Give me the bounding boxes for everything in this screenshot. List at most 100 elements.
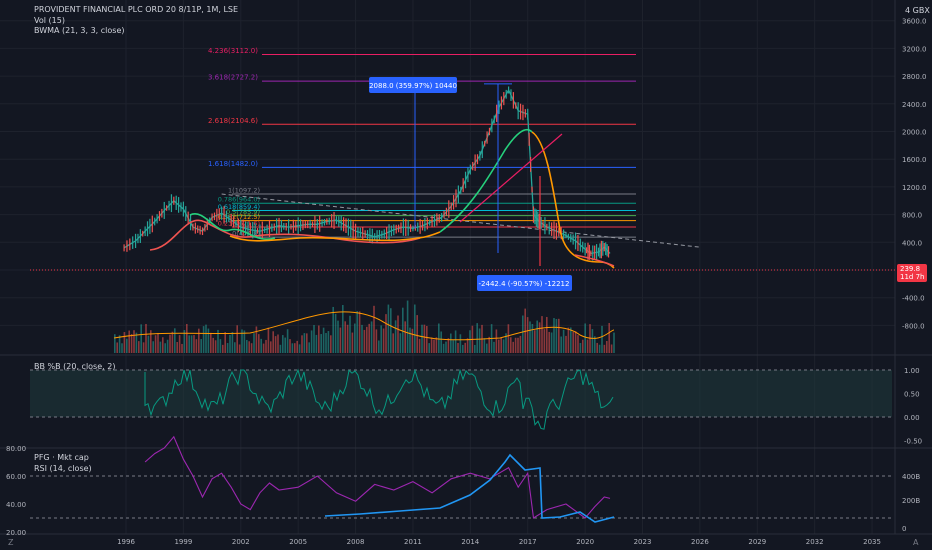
- volume-bar: [296, 340, 298, 353]
- currency-badge[interactable]: 4 GBX: [905, 6, 930, 15]
- volume-legend[interactable]: Vol (15): [34, 16, 238, 27]
- volume-bar: [584, 323, 586, 353]
- volume-bar: [358, 311, 361, 353]
- rsi-legend[interactable]: PFG · Mkt cap RSI (14, close): [34, 453, 92, 474]
- volume-bar: [577, 335, 579, 353]
- volume-bar: [303, 333, 306, 353]
- time-axis-tick: 2017: [519, 538, 537, 546]
- rsi-axis-tick: 40.00: [6, 501, 26, 509]
- volume-bar: [344, 321, 346, 353]
- volume-bar: [349, 315, 351, 353]
- volume-bar: [366, 326, 368, 353]
- volume-bar: [565, 335, 567, 353]
- volume-bar: [339, 327, 342, 353]
- bb-title[interactable]: BB %B (20, close, 2): [34, 362, 115, 373]
- volume-bar: [579, 343, 582, 353]
- volume-bar: [416, 315, 418, 353]
- volume-bar: [466, 338, 469, 353]
- rsi-title[interactable]: RSI (14, close): [34, 464, 92, 475]
- time-axis-tick: 2026: [691, 538, 709, 546]
- volume-bar: [222, 344, 224, 353]
- volume-bar: [474, 344, 476, 353]
- volume-bar: [186, 323, 188, 353]
- volume-bar: [459, 334, 462, 353]
- volume-bar: [517, 337, 519, 353]
- volume-bar: [291, 343, 294, 353]
- volume-bar: [536, 320, 538, 353]
- main-legend[interactable]: PROVIDENT FINANCIAL PLC ORD 20 8/11P, 1M…: [34, 5, 238, 37]
- mktcap-title[interactable]: PFG · Mkt cap: [34, 453, 92, 464]
- volume-bar: [498, 339, 500, 353]
- volume-bar: [308, 342, 310, 353]
- volume-bar: [430, 337, 433, 353]
- time-axis-tick: 2005: [289, 538, 307, 546]
- volume-bar: [543, 329, 546, 353]
- bb-band-background: [30, 370, 892, 417]
- symbol-title[interactable]: PROVIDENT FINANCIAL PLC ORD 20 8/11P, 1M…: [34, 5, 238, 16]
- bb-legend[interactable]: BB %B (20, close, 2): [34, 362, 115, 373]
- volume-bar: [337, 320, 339, 353]
- auto-scale-label[interactable]: A: [913, 538, 919, 547]
- volume-bar: [330, 335, 332, 353]
- price-axis-tick: 3200.0: [902, 45, 927, 53]
- volume-bar: [570, 327, 572, 353]
- zoom-corner-label[interactable]: Z: [8, 538, 14, 547]
- volume-bar: [363, 329, 366, 353]
- volume-bar: [613, 332, 615, 353]
- volume-bar: [385, 314, 387, 353]
- volume-bar: [368, 323, 370, 353]
- volume-bar: [574, 331, 577, 353]
- volume-bar: [253, 333, 255, 353]
- volume-bar: [404, 321, 406, 353]
- volume-bar: [351, 332, 354, 353]
- price-axis-tick: 400.0: [902, 239, 922, 247]
- volume-bar: [394, 320, 397, 353]
- volume-bar: [282, 335, 284, 353]
- volume-bar: [603, 344, 606, 353]
- price-axis-tick: 1200.0: [902, 184, 927, 192]
- volume-bar: [142, 342, 145, 353]
- measure-up-label: 2088.0 (359.97%) 10440: [369, 82, 457, 90]
- volume-bar: [421, 324, 423, 353]
- volume-bar: [356, 311, 358, 353]
- volume-bar: [171, 331, 174, 353]
- volume-bar: [476, 323, 478, 353]
- volume-bar: [354, 323, 356, 353]
- volume-bar: [231, 332, 234, 353]
- volume-bar: [493, 341, 495, 353]
- volume-bar: [262, 343, 265, 353]
- volume-bar: [445, 341, 447, 353]
- volume-bar: [135, 332, 138, 353]
- volume-bar: [478, 328, 481, 353]
- volume-bar: [488, 336, 490, 353]
- volume-bar: [164, 343, 166, 353]
- volume-bar: [418, 338, 421, 353]
- volume-bar: [586, 339, 589, 353]
- chart-canvas[interactable]: 4.236(3112.0) 3.618(2727.2) 2.618(2104.6) 1…: [0, 0, 932, 550]
- mktcap-axis-tick: 200B: [902, 497, 920, 505]
- volume-bar: [207, 328, 210, 353]
- current-price-badge[interactable]: 239.8 11d 7h: [897, 264, 928, 282]
- time-axis-tick: 2029: [748, 538, 766, 546]
- bwma-legend[interactable]: BWMA (21, 3, 3, close): [34, 26, 238, 37]
- measure-down-label: -2442.4 (-90.57%) -12212: [479, 280, 570, 288]
- volume-bar: [152, 341, 154, 353]
- volume-bar: [334, 313, 337, 353]
- volume-bar: [553, 318, 555, 353]
- price-axis-tick: 2800.0: [902, 73, 927, 81]
- volume-bar: [522, 315, 524, 353]
- time-axis-tick: 2020: [576, 538, 594, 546]
- rsi-axis-tick: 20.00: [6, 529, 26, 537]
- volume-bar: [212, 337, 214, 353]
- volume-bar: [248, 341, 250, 353]
- time-axis-tick: 2023: [634, 538, 652, 546]
- fib-level-label: 2.618(2104.6): [208, 117, 258, 125]
- volume-bar: [534, 330, 536, 353]
- volume-bar: [529, 321, 531, 353]
- volume-bar: [166, 339, 169, 353]
- volume-bar: [133, 330, 135, 353]
- volume-bar: [454, 330, 457, 353]
- fib-level-label: 1(1097.2): [228, 187, 260, 195]
- bar-countdown: 11d 7h: [900, 273, 925, 281]
- volume-bar: [502, 339, 505, 353]
